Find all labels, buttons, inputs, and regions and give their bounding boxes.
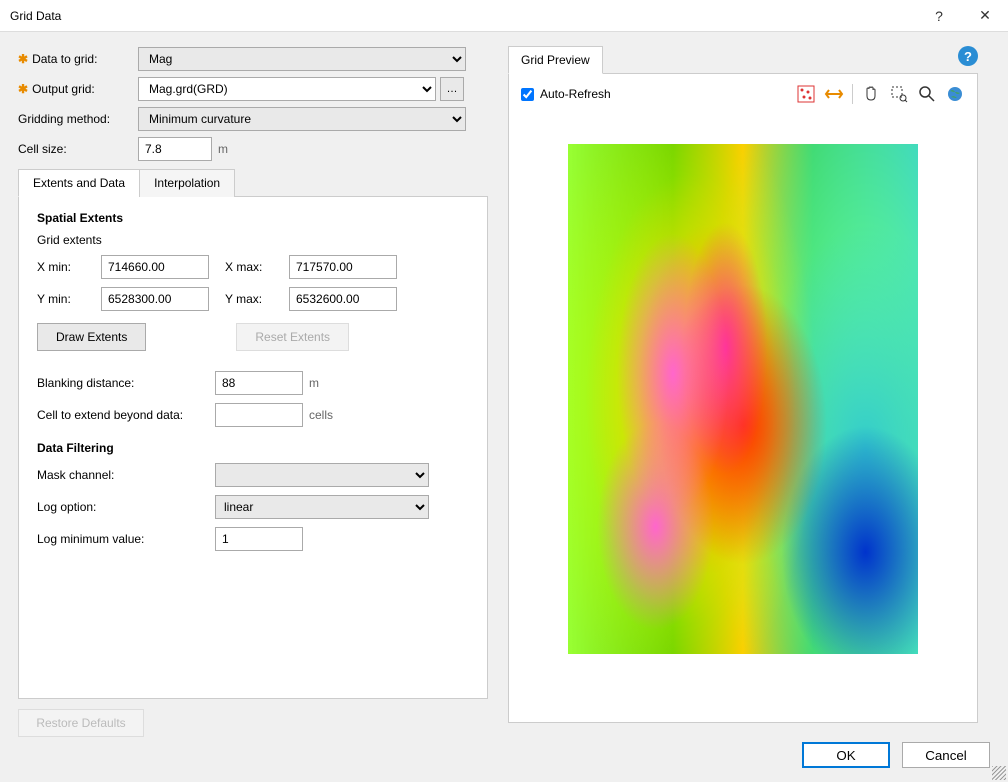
ymin-input[interactable] [101, 287, 209, 311]
grid-preview-tab[interactable]: Grid Preview [508, 46, 603, 74]
resize-grip-icon[interactable] [992, 766, 1006, 780]
browse-button[interactable]: … [440, 77, 464, 101]
pan-icon[interactable] [861, 84, 881, 104]
xmin-input[interactable] [101, 255, 209, 279]
gridding-method-label: Gridding method: [18, 112, 138, 126]
data-to-grid-label: ✱Data to grid: [18, 52, 138, 66]
draw-extents-button[interactable]: Draw Extents [37, 323, 146, 351]
help-icon[interactable]: ? [958, 46, 978, 66]
cell-size-unit: m [218, 142, 228, 156]
cancel-button[interactable]: Cancel [902, 742, 990, 768]
log-option-select[interactable]: linear [215, 495, 429, 519]
zoom-icon[interactable] [917, 84, 937, 104]
output-grid-label: ✱Output grid: [18, 82, 138, 96]
auto-refresh-checkbox[interactable] [521, 88, 534, 101]
cell-size-input[interactable] [138, 137, 212, 161]
reset-extents-button: Reset Extents [236, 323, 349, 351]
xmax-input[interactable] [289, 255, 397, 279]
help-question-icon[interactable]: ? [916, 0, 962, 32]
extents-icon[interactable] [824, 84, 844, 104]
restore-defaults-button: Restore Defaults [18, 709, 144, 737]
tab-pane-extents: Spatial Extents Grid extents X min: X ma… [18, 197, 488, 699]
xmin-label: X min: [37, 260, 85, 274]
data-to-grid-select[interactable]: Mag [138, 47, 466, 71]
log-option-label: Log option: [37, 500, 215, 514]
extend-cells-input[interactable] [215, 403, 303, 427]
extend-unit: cells [309, 408, 333, 422]
close-icon[interactable]: ✕ [962, 0, 1008, 32]
blanking-distance-label: Blanking distance: [37, 376, 215, 390]
dialog-footer: OK Cancel [802, 742, 990, 768]
log-min-input[interactable] [215, 527, 303, 551]
scatter-icon[interactable] [796, 84, 816, 104]
tabs: Extents and Data Interpolation [18, 168, 488, 197]
cell-size-label: Cell size: [18, 142, 138, 156]
ok-button[interactable]: OK [802, 742, 890, 768]
log-min-label: Log minimum value: [37, 532, 215, 546]
grid-preview-panel: Auto-Refresh [508, 73, 978, 723]
ymax-input[interactable] [289, 287, 397, 311]
mask-channel-select[interactable] [215, 463, 429, 487]
mask-channel-label: Mask channel: [37, 468, 215, 482]
blanking-distance-input[interactable] [215, 371, 303, 395]
grid-preview-image [568, 144, 918, 654]
titlebar: Grid Data ? ✕ [0, 0, 1008, 32]
gridding-method-select[interactable]: Minimum curvature [138, 107, 466, 131]
blanking-unit: m [309, 376, 319, 390]
ymax-label: Y max: [225, 292, 273, 306]
tab-interpolation[interactable]: Interpolation [139, 169, 235, 197]
grid-extents-label: Grid extents [37, 233, 469, 247]
spatial-extents-title: Spatial Extents [37, 211, 469, 225]
output-grid-select[interactable]: Mag.grd(GRD) [138, 77, 436, 101]
extend-cells-label: Cell to extend beyond data: [37, 408, 215, 422]
auto-refresh-label: Auto-Refresh [540, 87, 611, 101]
globe-icon[interactable] [945, 84, 965, 104]
ymin-label: Y min: [37, 292, 85, 306]
data-filtering-title: Data Filtering [37, 441, 469, 455]
window-title: Grid Data [10, 9, 916, 23]
xmax-label: X max: [225, 260, 273, 274]
tab-extents-and-data[interactable]: Extents and Data [18, 169, 140, 197]
zoom-box-icon[interactable] [889, 84, 909, 104]
